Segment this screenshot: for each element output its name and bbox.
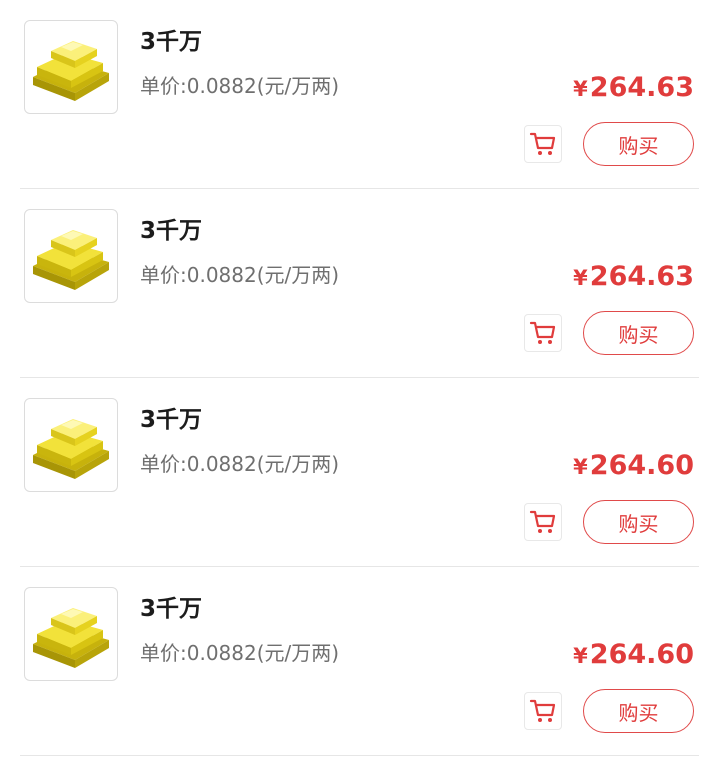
buy-button[interactable]: 购买 [583,689,694,733]
shopping-cart-icon [529,510,556,533]
unit-price: 单价:0.0882(元/万两) [140,452,340,476]
buy-button[interactable]: 购买 [583,122,694,166]
product-image[interactable] [24,587,118,681]
currency-symbol: ¥ [573,266,588,290]
list-item[interactable]: 3千万 单价:0.0882(元/万两) ¥264.63 购买 [0,189,719,378]
product-title: 3千万 [140,218,203,244]
buy-button[interactable]: 购买 [583,500,694,544]
product-image[interactable] [24,209,118,303]
product-title: 3千万 [140,29,203,55]
unit-price: 单价:0.0882(元/万两) [140,74,340,98]
product-image[interactable] [24,20,118,114]
product-list: 3千万 单价:0.0882(元/万两) ¥264.63 购买 3千万 单价:0.… [0,0,719,756]
gold-bars-icon [33,41,109,101]
gold-bars-icon [33,608,109,668]
shopping-cart-icon [529,321,556,344]
shopping-cart-icon [529,132,556,155]
list-item[interactable]: 3千万 单价:0.0882(元/万两) ¥264.60 购买 [0,567,719,756]
add-to-cart-button[interactable] [524,125,562,163]
add-to-cart-button[interactable] [524,314,562,352]
shopping-cart-icon [529,699,556,722]
price-value: 264.63 [589,72,694,103]
unit-price: 单价:0.0882(元/万两) [140,263,340,287]
list-item[interactable]: 3千万 单价:0.0882(元/万两) ¥264.60 购买 [0,378,719,567]
product-image[interactable] [24,398,118,492]
add-to-cart-button[interactable] [524,503,562,541]
product-title: 3千万 [140,596,203,622]
gold-bars-icon [33,419,109,479]
currency-symbol: ¥ [573,77,588,101]
price: ¥264.60 [573,639,694,670]
price: ¥264.60 [573,450,694,481]
list-item[interactable]: 3千万 单价:0.0882(元/万两) ¥264.63 购买 [0,0,719,189]
currency-symbol: ¥ [573,455,588,479]
price-value: 264.63 [589,261,694,292]
price: ¥264.63 [573,72,694,103]
currency-symbol: ¥ [573,644,588,668]
gold-bars-icon [33,230,109,290]
add-to-cart-button[interactable] [524,692,562,730]
buy-button[interactable]: 购买 [583,311,694,355]
price: ¥264.63 [573,261,694,292]
product-title: 3千万 [140,407,203,433]
price-value: 264.60 [589,639,694,670]
unit-price: 单价:0.0882(元/万两) [140,641,340,665]
price-value: 264.60 [589,450,694,481]
